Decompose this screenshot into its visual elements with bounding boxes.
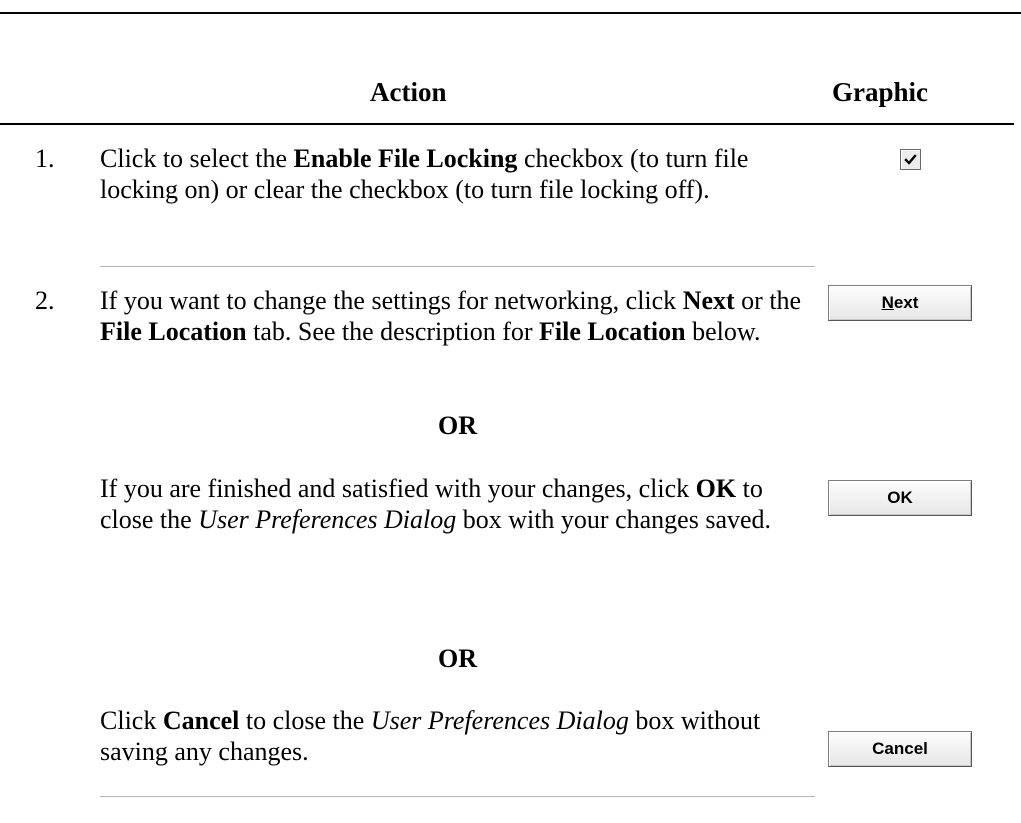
or-separator: OR (438, 411, 477, 440)
step-2-text: If you want to change the settings for n… (100, 285, 820, 347)
instruction-text: Click (100, 706, 163, 735)
ui-term: Enable File Locking (293, 144, 518, 173)
step-1-text: Click to select the Enable File Locking … (100, 143, 820, 205)
ui-term: OK (695, 474, 737, 503)
ok-button[interactable]: OK (828, 480, 972, 516)
step-separator (100, 266, 815, 267)
top-rule (0, 12, 1021, 14)
dialog-name: User Preferences Dialog (370, 706, 629, 735)
step-number: 1. (35, 144, 55, 173)
alternative-ok-text: If you are finished and satisfied with y… (100, 473, 820, 535)
instruction-text: If you are finished and satisfied with y… (100, 474, 696, 503)
graphic-column-header: Graphic (832, 77, 929, 107)
alternative-cancel-text: Click Cancel to close the User Preferenc… (100, 705, 820, 767)
step-number: 2. (35, 286, 55, 315)
cancel-button[interactable]: Cancel (828, 731, 972, 767)
next-button[interactable]: Next (828, 285, 972, 321)
ui-term: File Location (100, 317, 247, 346)
step-separator (100, 796, 815, 797)
instruction-text: to close the (239, 706, 371, 735)
instruction-text: or the (734, 286, 802, 315)
action-column-header: Action (370, 77, 447, 107)
instruction-text: tab. See the description for (246, 317, 540, 346)
next-button-mnemonic: N (881, 293, 894, 312)
checkmark-icon (904, 154, 917, 165)
instruction-text: box with your changes saved. (456, 505, 772, 534)
or-separator: OR (438, 644, 477, 673)
enable-file-locking-checkbox[interactable] (900, 149, 921, 170)
dialog-name: User Preferences Dialog (198, 505, 457, 534)
ui-term: Next (682, 286, 735, 315)
instruction-text: If you want to change the settings for n… (100, 286, 683, 315)
instruction-text: Click to select the (100, 144, 294, 173)
header-rule (0, 123, 1014, 125)
instruction-text: below. (685, 317, 761, 346)
next-button-label: ext (893, 293, 919, 312)
ui-term: Cancel (162, 706, 240, 735)
ui-term: File Location (539, 317, 686, 346)
